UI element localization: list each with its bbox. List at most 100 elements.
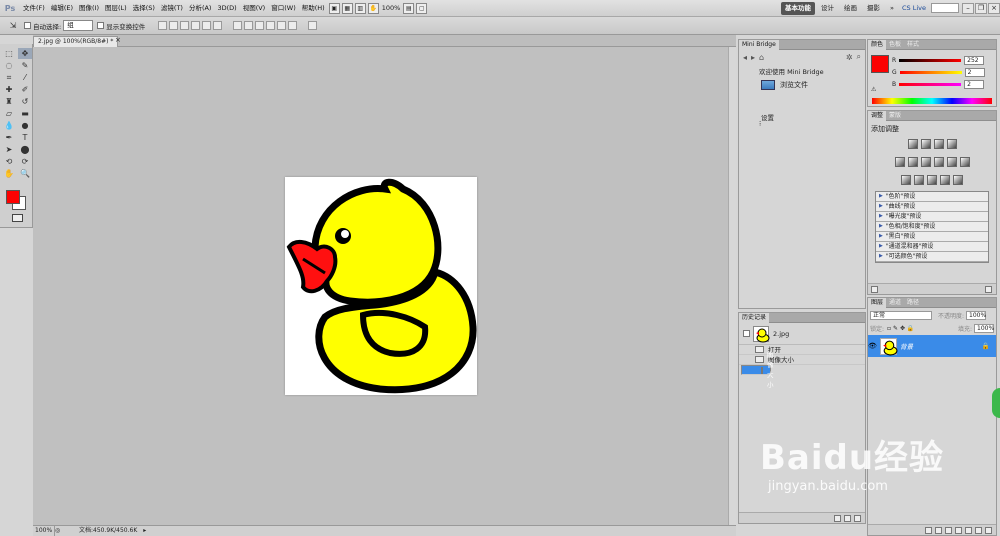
zoom-level[interactable]: 100% [382, 4, 401, 12]
red-slider[interactable]: R 252 [892, 54, 992, 66]
blue-slider[interactable]: B 2 [892, 78, 992, 90]
lasso-tool-icon[interactable]: ◌ [2, 60, 16, 71]
opacity-input[interactable]: 100% [966, 311, 986, 320]
marquee-tool-icon[interactable]: ⬚ [2, 48, 16, 59]
trash-icon[interactable] [985, 526, 992, 534]
menu-help[interactable]: 帮助(H) [299, 0, 328, 17]
workspace-painting[interactable]: 绘画 [840, 2, 861, 15]
brush-tool-icon[interactable]: ✐ [18, 84, 32, 95]
menu-select[interactable]: 选择(S) [130, 0, 158, 17]
red-bar[interactable] [899, 58, 962, 62]
threshold-icon[interactable] [927, 175, 937, 185]
screen-mode-icon[interactable]: ▢ [416, 2, 428, 14]
blue-bar[interactable] [899, 82, 962, 86]
preset-selective-color[interactable]: ▶ "可选颜色"预设 [876, 252, 988, 262]
camera-icon[interactable] [844, 514, 851, 522]
status-zoom[interactable]: 100% [33, 526, 55, 536]
distribute-top-icon[interactable] [233, 21, 243, 30]
move-tool-icon[interactable]: ⇲ [6, 20, 20, 31]
history-item[interactable]: 打开 [739, 345, 865, 355]
tab-mini-bridge[interactable]: Mini Bridge [739, 39, 779, 50]
auto-align-icon[interactable] [308, 21, 318, 30]
minibridge-icon[interactable]: ▦ [341, 2, 353, 14]
clip-icon[interactable] [871, 285, 878, 293]
exposure-icon[interactable] [946, 139, 957, 149]
clone-stamp-icon[interactable]: ♜ [2, 96, 16, 107]
menu-3d[interactable]: 3D(D) [214, 0, 239, 17]
preset-hue-saturation[interactable]: ▶ "色相/饱和度"预设 [876, 222, 988, 232]
menu-analysis[interactable]: 分析(A) [186, 0, 215, 17]
shape-tool-icon[interactable]: ⬤ [18, 144, 32, 155]
workspace-design[interactable]: 设计 [817, 2, 838, 15]
auto-select-dropdown[interactable]: 组 [63, 20, 94, 31]
quick-select-tool-icon[interactable]: ✎ [18, 60, 32, 71]
home-icon[interactable]: ⌂ [759, 53, 764, 62]
new-document-icon[interactable] [834, 514, 841, 522]
red-value[interactable]: 252 [964, 55, 985, 65]
workspace-photography[interactable]: 摄影 [863, 2, 884, 15]
3d-rotate-icon[interactable]: ⟲ [2, 156, 16, 167]
hue-saturation-icon[interactable] [907, 157, 918, 167]
trash-icon[interactable] [854, 514, 861, 522]
align-right-icon[interactable] [213, 21, 223, 30]
tab-styles[interactable]: 样式 [904, 40, 922, 50]
levels-icon[interactable] [920, 139, 931, 149]
menu-image[interactable]: 图像(I) [76, 0, 102, 17]
history-brush-icon[interactable]: ↺ [18, 96, 32, 107]
eyedropper-tool-icon[interactable]: ⁄ [18, 72, 32, 83]
document-canvas[interactable] [285, 177, 477, 395]
invert-icon[interactable] [901, 175, 911, 185]
history-item-selected[interactable]: 图像大小 [741, 351, 774, 389]
side-widget[interactable] [992, 388, 1000, 418]
preset-black-white[interactable]: ▶ "黑白"预设 [876, 232, 988, 242]
align-top-icon[interactable] [158, 21, 168, 30]
search-icon[interactable]: ⌕ [857, 52, 861, 62]
hand-tool-icon[interactable]: ✋ [2, 168, 16, 179]
align-bottom-icon[interactable] [180, 21, 190, 30]
gradient-tool-icon[interactable]: ▬ [18, 108, 32, 119]
blend-mode-select[interactable]: 正常 [870, 311, 932, 320]
menu-window[interactable]: 窗口(W) [268, 0, 299, 17]
menu-file[interactable]: 文件(F) [20, 0, 48, 17]
status-info-icon[interactable]: ◎ [55, 526, 65, 536]
minimize-icon[interactable]: – [962, 2, 974, 14]
gamut-warning-icon[interactable]: ⚠ [871, 86, 876, 93]
color-spectrum[interactable] [872, 98, 992, 104]
vibrance-icon[interactable] [894, 157, 905, 167]
dodge-tool-icon[interactable]: ● [18, 120, 32, 131]
healing-brush-icon[interactable]: ✚ [2, 84, 16, 95]
pen-tool-icon[interactable]: ✒ [2, 132, 16, 143]
photo-filter-icon[interactable] [946, 157, 957, 167]
posterize-icon[interactable] [914, 175, 924, 185]
settings-nav-icon[interactable]: ✲ [846, 53, 853, 62]
preset-curves[interactable]: ▶ "曲线"预设 [876, 202, 988, 212]
quick-mask-icon[interactable] [12, 214, 23, 222]
show-transform-checkbox[interactable] [97, 22, 105, 29]
distribute-middle-icon[interactable] [244, 21, 254, 30]
document-tab[interactable]: 2.jpg @ 100%(RGB/8#) * [33, 36, 119, 47]
layer-background[interactable]: 👁 背景 🔒 [868, 335, 996, 357]
blue-value[interactable]: 2 [964, 79, 985, 89]
crop-tool-icon[interactable]: ⌗ [2, 72, 16, 83]
guides-icon[interactable]: ▥ [354, 2, 366, 14]
distribute-bottom-icon[interactable] [255, 21, 265, 30]
tab-masks[interactable]: 蒙版 [886, 111, 904, 121]
brightness-icon[interactable] [907, 139, 918, 149]
move-tool-icon[interactable]: ✥ [18, 48, 32, 59]
align-left-icon[interactable] [191, 21, 201, 30]
align-middle-icon[interactable] [169, 21, 179, 30]
distribute-left-icon[interactable] [266, 21, 276, 30]
adjustment-layer-icon[interactable] [955, 526, 962, 534]
distribute-center-icon[interactable] [277, 21, 287, 30]
browse-files-link[interactable]: 浏览文件 [761, 80, 865, 90]
cs-live-button[interactable]: CS Live [899, 4, 929, 12]
blur-tool-icon[interactable]: 💧 [2, 120, 16, 131]
search-input[interactable] [931, 3, 959, 13]
color-balance-icon[interactable] [920, 157, 931, 167]
distribute-right-icon[interactable] [288, 21, 298, 30]
vertical-scrollbar[interactable] [728, 47, 736, 525]
hand-icon[interactable]: ✋ [367, 2, 379, 14]
bridge-icon[interactable]: ▣ [328, 2, 340, 14]
curves-icon[interactable] [933, 139, 944, 149]
selective-color-icon[interactable] [953, 175, 963, 185]
